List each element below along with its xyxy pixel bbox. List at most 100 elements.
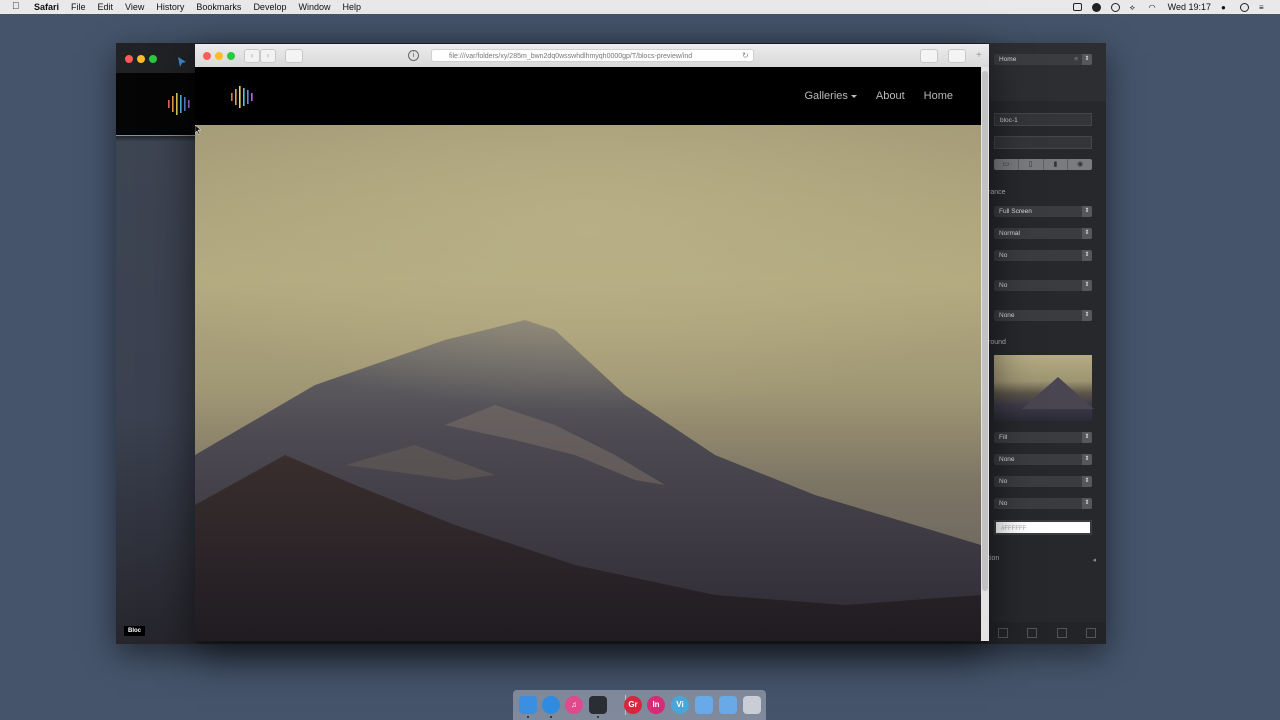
new-tab-icon[interactable]: + bbox=[976, 50, 982, 61]
page-select-value: Home bbox=[999, 56, 1017, 63]
minimize-button[interactable] bbox=[215, 52, 223, 60]
option-select-3[interactable]: None ⇕ bbox=[994, 310, 1092, 321]
caret-down-icon bbox=[850, 94, 857, 98]
menu-window[interactable]: Window bbox=[298, 2, 330, 12]
minimize-button[interactable] bbox=[137, 55, 145, 63]
sidebar-footer bbox=[988, 622, 1106, 644]
close-button[interactable] bbox=[203, 52, 211, 60]
sidebar-top bbox=[988, 43, 1106, 101]
screen-recording-icon[interactable] bbox=[1072, 3, 1082, 11]
collapse-arrow-icon[interactable]: ◂ bbox=[1092, 556, 1096, 564]
tablet-icon[interactable]: ▯ bbox=[1019, 159, 1044, 170]
layout-icon[interactable] bbox=[1027, 628, 1038, 638]
sync-icon[interactable] bbox=[1110, 2, 1120, 12]
creative-cloud-icon[interactable] bbox=[1091, 2, 1101, 12]
grid-icon[interactable] bbox=[997, 628, 1008, 638]
menu-view[interactable]: View bbox=[125, 2, 144, 12]
tabs-button[interactable] bbox=[948, 49, 966, 63]
info-icon[interactable]: i bbox=[408, 50, 419, 61]
safari-toolbar: ‹ › i file:///var/folders/xy/285m_bwn2dq… bbox=[195, 44, 989, 68]
sidebar-toggle-button[interactable] bbox=[285, 49, 303, 63]
dock-invision-icon[interactable]: In bbox=[647, 696, 665, 714]
dock-trash-icon[interactable] bbox=[743, 696, 761, 714]
pointer-tool-icon[interactable] bbox=[177, 56, 187, 68]
bg-option-select-2[interactable]: No ⇕ bbox=[994, 498, 1092, 509]
bloc-class-field[interactable] bbox=[994, 136, 1092, 149]
airdrop-icon[interactable]: ⟡ bbox=[1130, 3, 1139, 12]
eye-icon[interactable]: ◉ bbox=[1068, 159, 1092, 170]
appearance-section-label: rance bbox=[988, 189, 1006, 196]
bg-color-field[interactable]: #FFFFFF bbox=[994, 520, 1092, 535]
dock-finder-icon[interactable] bbox=[519, 696, 537, 714]
dock-downloads-folder-icon[interactable] bbox=[719, 696, 737, 714]
padding-value: Normal bbox=[999, 230, 1020, 237]
page-scrollbar[interactable] bbox=[981, 67, 989, 641]
menu-items: Safari File Edit View History Bookmarks … bbox=[34, 2, 373, 12]
blocs-site-logo-icon bbox=[168, 93, 190, 115]
bg-option-select-1[interactable]: No ⇕ bbox=[994, 476, 1092, 487]
padding-select[interactable]: Normal ⇕ bbox=[994, 228, 1092, 239]
reload-icon[interactable]: ↻ bbox=[742, 49, 749, 62]
dock-itunes-icon[interactable]: ♫ bbox=[565, 696, 583, 714]
visibility-toggle[interactable]: ▭ ▯ ▮ ◉ bbox=[994, 159, 1092, 170]
nav-galleries[interactable]: Galleries bbox=[805, 90, 857, 102]
menu-bookmarks[interactable]: Bookmarks bbox=[196, 2, 241, 12]
menu-help[interactable]: Help bbox=[342, 2, 361, 12]
address-bar[interactable]: file:///var/folders/xy/285m_bwn2dq0wsswh… bbox=[431, 49, 754, 62]
mountain-thumbnail-shape bbox=[1022, 377, 1094, 409]
height-select[interactable]: Full Screen ⇕ bbox=[994, 206, 1092, 217]
bg-option-value-1: No bbox=[999, 478, 1008, 485]
nav-about[interactable]: About bbox=[876, 90, 905, 102]
bg-size-value: Fill bbox=[999, 434, 1008, 441]
background-image-thumbnail[interactable] bbox=[994, 355, 1094, 421]
menu-safari[interactable]: Safari bbox=[34, 2, 59, 12]
status-menu: ⟡ ◠ Wed 19:17 ● ≡ bbox=[1072, 0, 1268, 14]
bg-size-select[interactable]: Fill ⇕ bbox=[994, 432, 1092, 443]
zoom-button[interactable] bbox=[227, 52, 235, 60]
bg-repeat-value: None bbox=[999, 456, 1015, 463]
user-icon[interactable]: ● bbox=[1221, 3, 1230, 12]
running-indicator bbox=[527, 716, 529, 718]
dock-vimeo-icon[interactable]: Vi bbox=[671, 696, 689, 714]
wifi-icon[interactable]: ◠ bbox=[1149, 3, 1158, 12]
notification-center-icon[interactable]: ≡ bbox=[1259, 3, 1268, 12]
zoom-button[interactable] bbox=[149, 55, 157, 63]
spotlight-icon[interactable] bbox=[1240, 2, 1249, 12]
back-button[interactable]: ‹ bbox=[244, 49, 260, 63]
menu-develop[interactable]: Develop bbox=[253, 2, 286, 12]
blocs-canvas[interactable] bbox=[116, 73, 196, 644]
chevron-updown-icon: ⇕ bbox=[1082, 476, 1092, 487]
phone-icon[interactable]: ▮ bbox=[1044, 159, 1069, 170]
dock-graphicriver-icon[interactable]: Gr bbox=[624, 696, 642, 714]
forward-button[interactable]: › bbox=[260, 49, 276, 63]
chevron-updown-icon: ⇕ bbox=[1082, 54, 1092, 65]
list-icon[interactable] bbox=[1056, 628, 1067, 638]
close-button[interactable] bbox=[125, 55, 133, 63]
desktop-icon[interactable]: ▭ bbox=[994, 159, 1019, 170]
menu-file[interactable]: File bbox=[71, 2, 86, 12]
share-button[interactable] bbox=[920, 49, 938, 63]
bloc-id-field[interactable]: bloc-1 bbox=[994, 113, 1092, 126]
dock-blocs-icon[interactable] bbox=[589, 696, 607, 714]
bg-repeat-select[interactable]: None ⇕ bbox=[994, 454, 1092, 465]
option-select-2[interactable]: No ⇕ bbox=[994, 280, 1092, 291]
dock-applications-folder-icon[interactable] bbox=[695, 696, 713, 714]
nav-home[interactable]: Home bbox=[924, 90, 953, 102]
page-icon[interactable] bbox=[1086, 628, 1097, 638]
dock: ♫ Gr In Vi bbox=[513, 690, 766, 720]
running-indicator bbox=[597, 716, 599, 718]
animation-section-label: tion bbox=[988, 555, 1000, 562]
menu-history[interactable]: History bbox=[156, 2, 184, 12]
scrollbar-thumb[interactable] bbox=[982, 71, 988, 591]
apple-logo-icon[interactable]:  bbox=[12, 2, 22, 12]
option-select-1[interactable]: No ⇕ bbox=[994, 250, 1092, 261]
dock-safari-icon[interactable] bbox=[542, 696, 560, 714]
background-section-label: round bbox=[988, 339, 1006, 346]
menu-edit[interactable]: Edit bbox=[98, 2, 114, 12]
bloc-label[interactable]: Bloc bbox=[124, 626, 146, 636]
blocs-properties-sidebar: Home ≡ ⇕ bloc-1 ▭ ▯ ▮ ◉ rance Full Scree… bbox=[988, 43, 1106, 644]
page-select[interactable]: Home ≡ ⇕ bbox=[994, 54, 1092, 65]
site-navbar: Galleries About Home bbox=[195, 67, 981, 125]
clock[interactable]: Wed 19:17 bbox=[1168, 2, 1211, 12]
site-logo-icon[interactable] bbox=[229, 84, 255, 110]
